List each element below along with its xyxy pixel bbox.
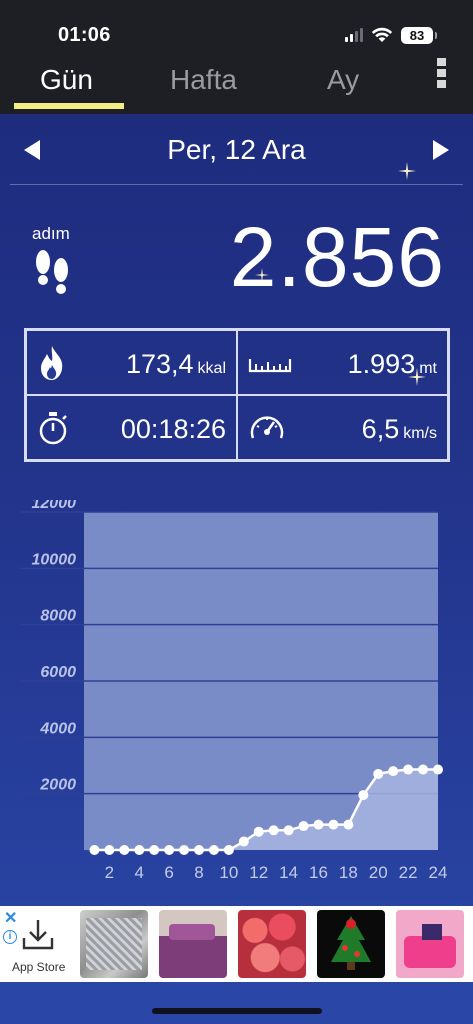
home-indicator[interactable] (152, 1008, 322, 1014)
chart-data-point (119, 845, 130, 855)
x-tick-label: 12 (249, 863, 268, 882)
tab-day[interactable]: Gün (40, 64, 93, 96)
chart-data-point (328, 819, 339, 830)
ad-info-icon[interactable]: i (3, 930, 17, 944)
duration-value: 00:18:26 (120, 414, 226, 444)
ruler-icon (248, 359, 292, 373)
app-store-label: App Store (12, 960, 66, 974)
distance-number: 1.993 (347, 349, 416, 379)
ad-product-christmas-tree-image[interactable] (317, 910, 385, 978)
ad-banner[interactable]: ✕ i App Store (0, 906, 473, 982)
ad-product-blanket-image[interactable] (80, 910, 148, 978)
x-tick-label: 14 (279, 863, 298, 882)
calories-value: 173,4 kkal (126, 349, 226, 380)
chart-data-point (238, 836, 249, 847)
calories-cell: 173,4 kkal (26, 330, 237, 395)
calories-unit: kkal (197, 360, 226, 377)
chart-data-point (298, 821, 309, 832)
y-tick-label: 10000 (32, 551, 77, 568)
x-tick-label: 20 (369, 863, 388, 882)
app-header: 01:06 83 Gün Hafta Ay (0, 0, 473, 114)
sparkle-icon (398, 162, 416, 180)
wifi-icon (371, 27, 393, 42)
divider (10, 184, 463, 185)
distance-cell: 1.993 mt (237, 330, 448, 395)
chart-data-point (388, 766, 399, 777)
y-tick-label: 12000 (32, 500, 77, 512)
x-tick-label: 16 (309, 863, 328, 882)
x-tick-label: 2 (105, 863, 114, 882)
chart-data-point (418, 764, 429, 775)
distance-unit: mt (419, 360, 437, 377)
x-tick-label: 6 (164, 863, 173, 882)
y-tick-label: 6000 (40, 664, 76, 681)
speedometer-icon (250, 416, 284, 439)
chart-data-point (433, 764, 443, 775)
ad-product-roses-image[interactable] (238, 910, 306, 978)
hourly-steps-chart: 200040006000800010000120002 4 6 8 10 12 14 16 18… (20, 500, 448, 882)
x-tick-label: 22 (399, 863, 418, 882)
chart-data-point (373, 768, 384, 779)
chart-data-point (343, 819, 354, 830)
status-icons: 83 (345, 24, 437, 46)
next-day-arrow-icon[interactable] (433, 140, 449, 160)
footprints-icon (36, 250, 68, 294)
cellular-signal-icon (345, 28, 363, 42)
stats-grid: 173,4 kkal 1.993 mt 00:18:26 6,5 km/s (24, 328, 450, 462)
active-tab-indicator (14, 103, 124, 109)
distance-value: 1.993 mt (348, 349, 437, 380)
chart-data-point (104, 845, 115, 855)
chart-data-point (313, 819, 324, 830)
chart-data-point (283, 825, 294, 836)
x-tick-label: 4 (135, 863, 144, 882)
status-time: 01:06 (58, 24, 111, 46)
chart-data-point (403, 764, 414, 775)
speed-value: 6,5 km/s (362, 414, 437, 445)
chart-data-point (89, 845, 100, 855)
speed-unit: km/s (403, 425, 437, 442)
speed-number: 6,5 (361, 414, 400, 444)
chart-data-point (164, 845, 175, 855)
period-tabs: Gün Hafta Ay (0, 58, 473, 114)
x-tick-label: 10 (219, 863, 238, 882)
duration-cell: 00:18:26 (26, 395, 237, 460)
calories-number: 173,4 (125, 349, 194, 379)
steps-label: adım (32, 224, 70, 243)
steps-label-block: adım (22, 224, 82, 304)
chart-data-point (149, 845, 160, 855)
chart-data-point (179, 845, 190, 855)
ad-product-bedspread-image[interactable] (159, 910, 227, 978)
x-tick-label: 8 (194, 863, 203, 882)
chart-data-point (268, 825, 279, 836)
ad-close-icon[interactable]: ✕ (4, 908, 17, 928)
chart-data-point (253, 826, 264, 837)
ad-product-pillows-image[interactable] (396, 910, 464, 978)
y-tick-label: 2000 (39, 777, 76, 794)
x-tick-label: 24 (429, 863, 448, 882)
speed-cell: 6,5 km/s (237, 395, 448, 460)
step-count: 2.856 (229, 210, 445, 304)
chart-data-point (223, 845, 234, 855)
chart-data-point (194, 845, 205, 855)
x-tick-label: 18 (339, 863, 358, 882)
chart-data-point (358, 790, 369, 801)
y-tick-label: 8000 (40, 608, 76, 625)
fire-icon (41, 346, 63, 380)
stopwatch-icon (39, 412, 67, 445)
chart-data-point (208, 845, 219, 855)
tab-week[interactable]: Hafta (170, 64, 237, 96)
y-tick-label: 4000 (39, 720, 76, 737)
tab-month[interactable]: Ay (327, 64, 359, 96)
download-icon[interactable] (22, 918, 54, 952)
battery-icon: 83 (401, 26, 437, 44)
chart-data-point (134, 845, 145, 855)
more-menu-icon[interactable] (437, 58, 451, 88)
